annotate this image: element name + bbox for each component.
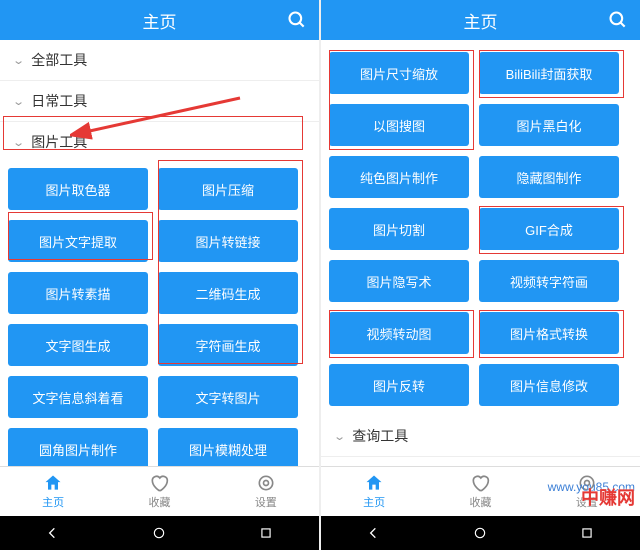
chevron-down-icon: ⌄ bbox=[333, 430, 346, 443]
section-label: 图片工具 bbox=[31, 132, 87, 152]
nav-home[interactable]: 主页 bbox=[0, 467, 106, 516]
section-all-tools[interactable]: ⌄ 全部工具 bbox=[0, 40, 319, 81]
tool-button[interactable]: 纯色图片制作 bbox=[329, 156, 469, 198]
content-right: 图片尺寸缩放 BiliBili封面获取 以图搜图 图片黑白化 纯色图片制作 隐藏… bbox=[321, 40, 640, 466]
search-icon[interactable] bbox=[285, 8, 309, 32]
tool-button[interactable]: 视频转动图 bbox=[329, 312, 469, 354]
chevron-down-icon: ⌄ bbox=[12, 136, 25, 149]
heart-icon bbox=[470, 473, 490, 493]
section-label: 查询工具 bbox=[352, 426, 408, 446]
heart-icon bbox=[149, 473, 169, 493]
phone-left: 主页 ⌄ 全部工具 ⌄ 日常工具 ⌄ 图片工具 图片取色器 图片压缩 图片文字提取 图… bbox=[0, 0, 319, 550]
tool-button[interactable]: 图片取色器 bbox=[8, 168, 148, 210]
tool-button[interactable]: 图片反转 bbox=[329, 364, 469, 406]
tool-button[interactable]: 图片隐写术 bbox=[329, 260, 469, 302]
bottom-nav: 主页 收藏 设置 bbox=[0, 466, 319, 516]
gear-icon bbox=[256, 473, 276, 493]
section-query-tools[interactable]: ⌄ 查询工具 bbox=[321, 416, 640, 457]
nav-label: 收藏 bbox=[148, 494, 170, 510]
section-image-tools[interactable]: ⌄ 图片工具 bbox=[0, 122, 319, 162]
tool-button[interactable]: BiliBili封面获取 bbox=[479, 52, 619, 94]
section-device-tools[interactable]: ⌄设备工具 bbox=[321, 457, 640, 466]
watermark-text: 中赚网 bbox=[581, 484, 635, 510]
nav-settings[interactable]: 设置 bbox=[213, 467, 319, 516]
tool-button[interactable]: 隐藏图制作 bbox=[479, 156, 619, 198]
appbar-title: 主页 bbox=[143, 8, 177, 33]
sys-home[interactable] bbox=[139, 523, 179, 543]
section-label: 全部工具 bbox=[31, 50, 87, 70]
system-nav bbox=[321, 516, 640, 550]
home-icon bbox=[364, 473, 384, 493]
tool-button[interactable]: 图片压缩 bbox=[158, 168, 298, 210]
tool-button[interactable]: 图片模糊处理 bbox=[158, 428, 298, 466]
sys-home[interactable] bbox=[460, 523, 500, 543]
appbar-title: 主页 bbox=[464, 8, 498, 33]
system-nav bbox=[0, 516, 319, 550]
tool-button[interactable]: 图片信息修改 bbox=[479, 364, 619, 406]
tool-button[interactable]: 图片格式转换 bbox=[479, 312, 619, 354]
tool-button[interactable]: 图片尺寸缩放 bbox=[329, 52, 469, 94]
nav-label: 主页 bbox=[42, 494, 64, 510]
search-icon[interactable] bbox=[606, 8, 630, 32]
section-daily-tools[interactable]: ⌄ 日常工具 bbox=[0, 81, 319, 122]
tool-button[interactable]: 图片切割 bbox=[329, 208, 469, 250]
tool-button[interactable]: 图片文字提取 bbox=[8, 220, 148, 262]
section-label: 日常工具 bbox=[31, 91, 87, 111]
phone-right: 主页 图片尺寸缩放 BiliBili封面获取 以图搜图 图片黑白化 纯色图片制作… bbox=[321, 0, 640, 550]
nav-favorites[interactable]: 收藏 bbox=[106, 467, 212, 516]
nav-favorites[interactable]: 收藏 bbox=[427, 467, 533, 516]
home-icon bbox=[43, 473, 63, 493]
appbar: 主页 bbox=[0, 0, 319, 40]
nav-home[interactable]: 主页 bbox=[321, 467, 427, 516]
tool-button[interactable]: 圆角图片制作 bbox=[8, 428, 148, 466]
tool-button[interactable]: 字符画生成 bbox=[158, 324, 298, 366]
tool-button[interactable]: GIF合成 bbox=[479, 208, 619, 250]
tool-button[interactable]: 视频转字符画 bbox=[479, 260, 619, 302]
tools-grid: 图片取色器 图片压缩 图片文字提取 图片转链接 图片转素描 二维码生成 文字图生… bbox=[0, 162, 319, 466]
tool-button[interactable]: 图片转链接 bbox=[158, 220, 298, 262]
tool-button[interactable]: 图片转素描 bbox=[8, 272, 148, 314]
sys-back[interactable] bbox=[354, 523, 394, 543]
tool-button[interactable]: 文字信息斜着看 bbox=[8, 376, 148, 418]
tools-grid: 图片尺寸缩放 BiliBili封面获取 以图搜图 图片黑白化 纯色图片制作 隐藏… bbox=[321, 40, 640, 412]
chevron-down-icon: ⌄ bbox=[12, 95, 25, 108]
chevron-down-icon: ⌄ bbox=[12, 54, 25, 67]
nav-label: 主页 bbox=[363, 494, 385, 510]
sys-recent[interactable] bbox=[567, 523, 607, 543]
tool-button[interactable]: 文字图生成 bbox=[8, 324, 148, 366]
appbar: 主页 bbox=[321, 0, 640, 40]
sys-recent[interactable] bbox=[246, 523, 286, 543]
content-left: ⌄ 全部工具 ⌄ 日常工具 ⌄ 图片工具 图片取色器 图片压缩 图片文字提取 图片转链… bbox=[0, 40, 319, 466]
tool-button[interactable]: 以图搜图 bbox=[329, 104, 469, 146]
tool-button[interactable]: 二维码生成 bbox=[158, 272, 298, 314]
sys-back[interactable] bbox=[33, 523, 73, 543]
tool-button[interactable]: 文字转图片 bbox=[158, 376, 298, 418]
nav-label: 收藏 bbox=[469, 494, 491, 510]
tool-button[interactable]: 图片黑白化 bbox=[479, 104, 619, 146]
nav-label: 设置 bbox=[255, 494, 277, 510]
